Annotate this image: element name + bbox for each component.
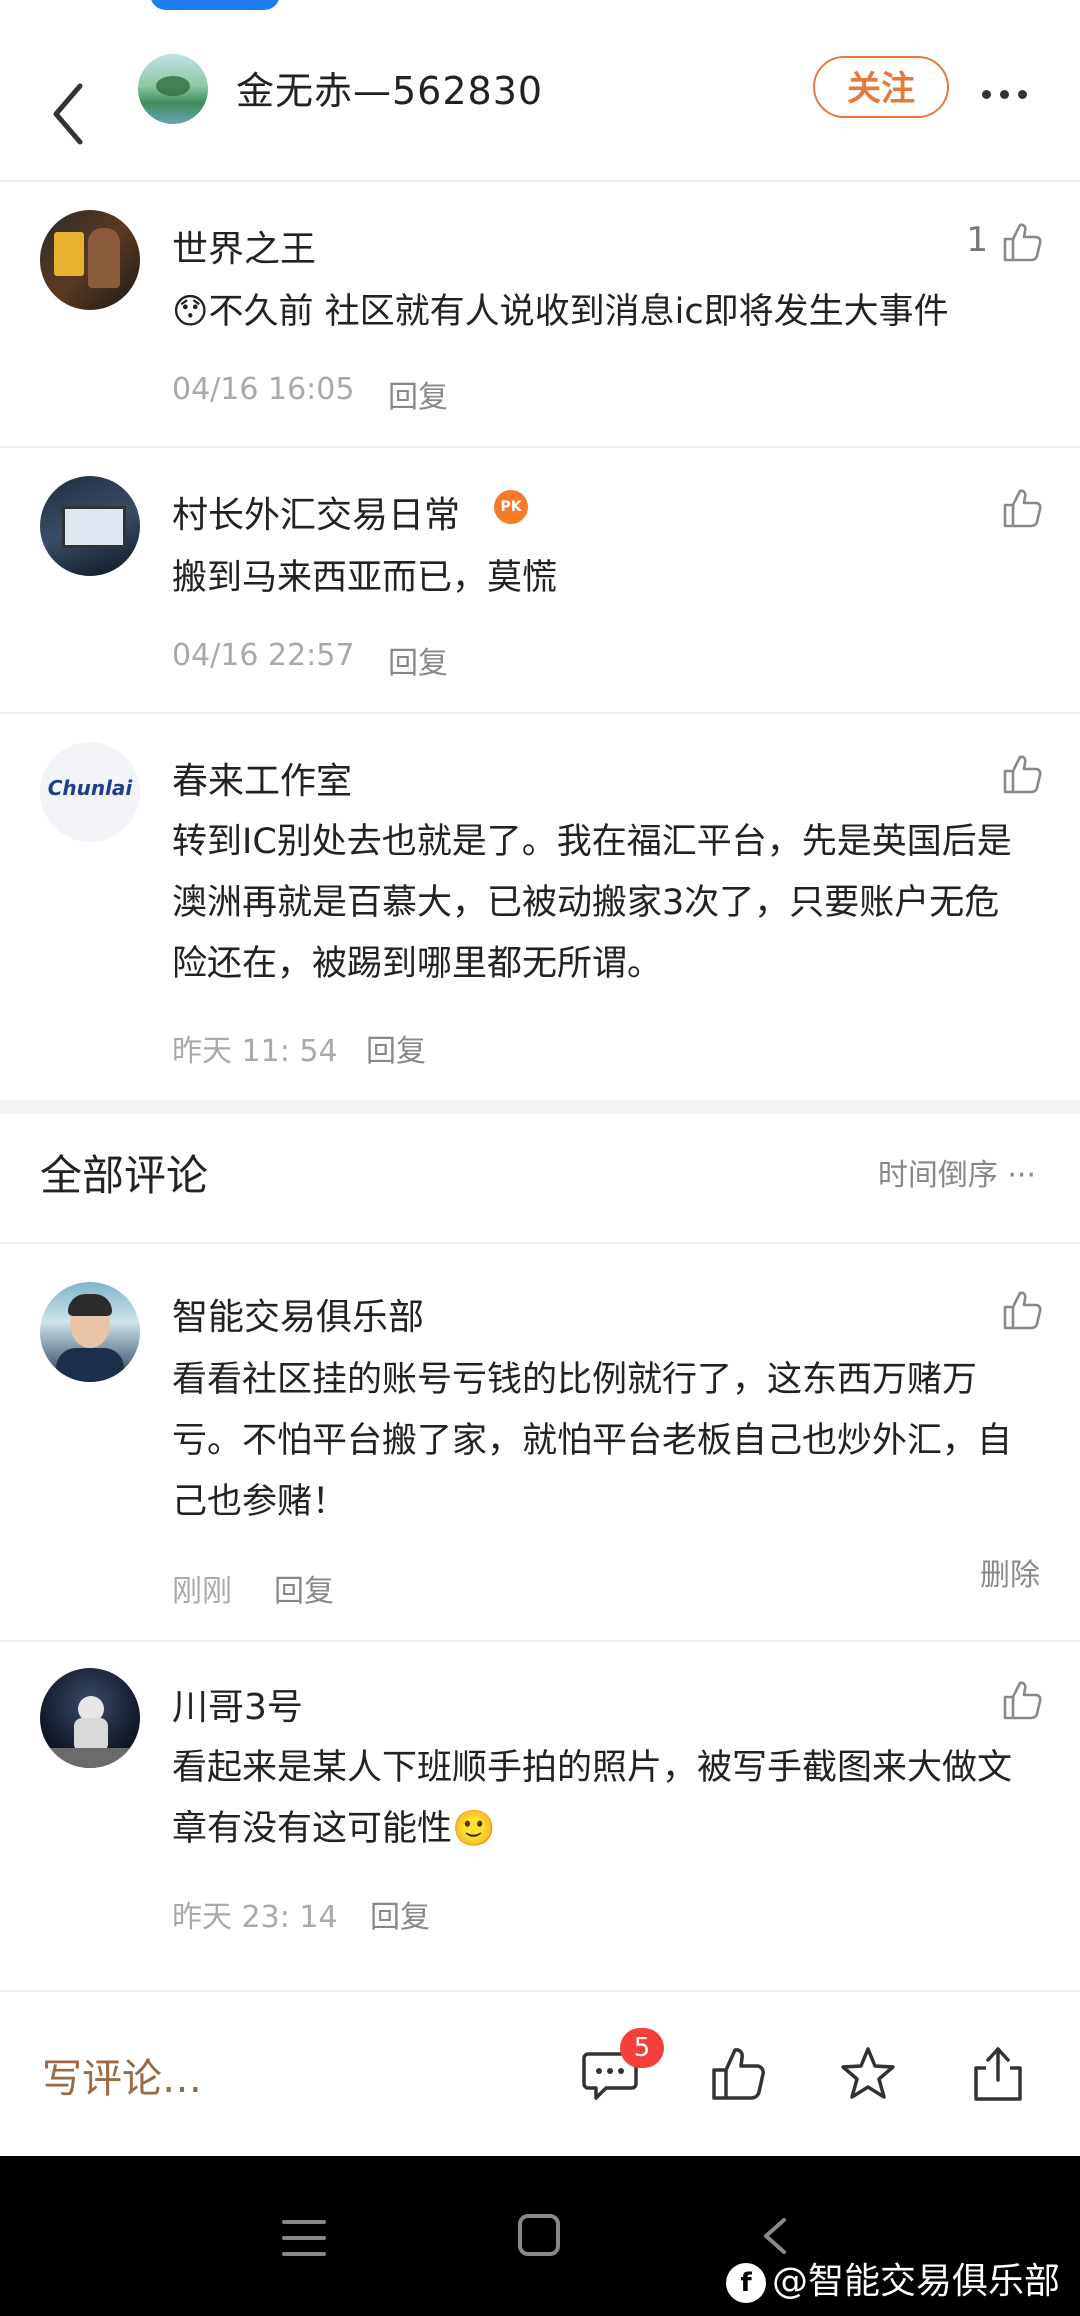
comment-time: 04/16 16:05 bbox=[172, 372, 355, 407]
comment-author[interactable]: 川哥3号 bbox=[172, 1678, 303, 1730]
thumbs-up-icon[interactable] bbox=[1000, 1678, 1044, 1722]
comment-time: 刚刚 bbox=[172, 1574, 232, 1609]
comment-author[interactable]: 春来工作室 bbox=[172, 752, 352, 804]
comment-text: 转到IC别处去也就是了。我在福汇平台，先是英国后是澳洲再就是百慕大，已被动搬家3… bbox=[172, 822, 1012, 984]
reply-button[interactable]: 回复 bbox=[388, 372, 448, 416]
more-options-icon[interactable] bbox=[982, 84, 1042, 99]
header: 金无赤—562830 关注 bbox=[0, 14, 1080, 180]
star-icon[interactable] bbox=[838, 2044, 898, 2104]
comment-text: 搬到马来西亚而已，莫慌 bbox=[172, 558, 558, 598]
bottom-action-bar: 写评论… 5 bbox=[0, 1990, 1080, 2158]
section-title: 全部评论 bbox=[40, 1151, 209, 1200]
follow-button[interactable]: 关注 bbox=[813, 56, 949, 118]
comment-item: Chunlai 春来工作室 转到IC别处去也就是了。我在福汇平台，先是英国后是澳… bbox=[0, 714, 1080, 1100]
thumbs-up-icon[interactable] bbox=[1000, 1288, 1044, 1332]
reply-button[interactable]: 回复 bbox=[366, 1026, 426, 1070]
pk-badge-icon: PK bbox=[494, 490, 528, 524]
delete-button[interactable]: 删除 bbox=[980, 1550, 1040, 1594]
watermark: f @智能交易俱乐部 bbox=[726, 2252, 1060, 2304]
avatar-logo-text: Chunlai bbox=[47, 776, 133, 800]
avatar[interactable] bbox=[40, 1668, 140, 1768]
reply-button[interactable]: 回复 bbox=[370, 1892, 430, 1936]
author-name[interactable]: 金无赤—562830 bbox=[236, 60, 543, 115]
comment-time: 昨天 23: 14 bbox=[172, 1900, 338, 1935]
comment-time: 昨天 11: 54 bbox=[172, 1034, 338, 1069]
comment-item: 世界之王 1 😯不久前 社区就有人说收到消息ic即将发生大事件 04/16 16… bbox=[0, 182, 1080, 446]
avatar[interactable] bbox=[40, 210, 140, 310]
avatar[interactable]: Chunlai bbox=[40, 742, 140, 842]
tab-indicator bbox=[150, 0, 280, 10]
write-comment-input[interactable]: 写评论… bbox=[42, 2046, 202, 2104]
section-divider bbox=[0, 1100, 1080, 1114]
comment-author[interactable]: 智能交易俱乐部 bbox=[172, 1288, 424, 1340]
comment-item: 村长外汇交易日常 PK 搬到马来西亚而已，莫慌 04/16 22:57 回复 bbox=[0, 448, 1080, 712]
nav-back-icon[interactable] bbox=[760, 2216, 790, 2256]
comment-text: 看起来是某人下班顺手拍的照片，被写手截图来大做文章有没有这可能性🙂 bbox=[172, 1748, 1013, 1849]
sort-toggle[interactable]: 时间倒序 ··· bbox=[878, 1150, 1036, 1194]
system-navigation-bar: f @智能交易俱乐部 bbox=[0, 2156, 1080, 2316]
avatar[interactable] bbox=[40, 476, 140, 576]
comment-author[interactable]: 村长外汇交易日常 bbox=[172, 486, 460, 538]
comment-item: 川哥3号 看起来是某人下班顺手拍的照片，被写手截图来大做文章有没有这可能性🙂 昨… bbox=[0, 1642, 1080, 1968]
reply-button[interactable]: 回复 bbox=[388, 638, 448, 682]
reply-button[interactable]: 回复 bbox=[274, 1566, 334, 1610]
status-strip bbox=[0, 0, 1080, 14]
comment-author[interactable]: 世界之王 bbox=[172, 220, 316, 272]
recent-apps-icon[interactable] bbox=[282, 2220, 326, 2256]
comment-count-badge: 5 bbox=[620, 2028, 664, 2068]
author-avatar[interactable] bbox=[138, 54, 208, 124]
comment-item: 智能交易俱乐部 看看社区挂的账号亏钱的比例就行了，这东西万赌万亏。不怕平台搬了家… bbox=[0, 1244, 1080, 1640]
thumbs-up-icon[interactable] bbox=[708, 2044, 768, 2104]
comment-time: 04/16 22:57 bbox=[172, 638, 355, 673]
watermark-logo-icon: f bbox=[726, 2263, 766, 2303]
watermark-text: @智能交易俱乐部 bbox=[772, 2261, 1061, 2302]
share-icon[interactable] bbox=[968, 2044, 1028, 2104]
like-count: 1 bbox=[966, 220, 988, 260]
comment-text: 看看社区挂的账号亏钱的比例就行了，这东西万赌万亏。不怕平台搬了家，就怕平台老板自… bbox=[172, 1360, 1013, 1522]
thumbs-up-icon[interactable] bbox=[1000, 220, 1044, 264]
avatar[interactable] bbox=[40, 1282, 140, 1382]
thumbs-up-icon[interactable] bbox=[1000, 752, 1044, 796]
back-arrow-icon[interactable] bbox=[44, 58, 94, 148]
comment-text: 😯不久前 社区就有人说收到消息ic即将发生大事件 bbox=[172, 292, 949, 332]
home-icon[interactable] bbox=[518, 2214, 560, 2256]
thumbs-up-icon[interactable] bbox=[1000, 486, 1044, 530]
